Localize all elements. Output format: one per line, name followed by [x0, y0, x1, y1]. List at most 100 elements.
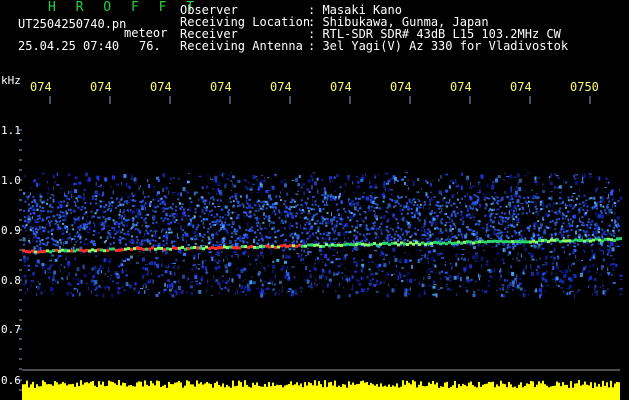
noise-speck: [553, 262, 555, 265]
level-bar: [562, 382, 564, 400]
level-bar: [70, 384, 72, 400]
noise-speck: [464, 257, 466, 259]
level-bar: [64, 383, 66, 400]
noise-speck: [509, 198, 512, 201]
level-bar: [112, 381, 114, 400]
noise-speck: [601, 244, 604, 247]
noise-speck: [37, 229, 39, 231]
noise-speck: [86, 223, 89, 226]
noise-speck: [108, 217, 111, 220]
noise-speck: [447, 235, 449, 238]
noise-speck: [299, 286, 303, 289]
noise-speck: [259, 187, 262, 191]
noise-speck: [120, 221, 123, 224]
noise-speck: [206, 218, 209, 221]
noise-speck: [570, 229, 573, 232]
carrier-point: [58, 249, 61, 253]
noise-speck: [66, 276, 68, 281]
noise-speck: [421, 234, 424, 237]
noise-speck: [102, 210, 104, 214]
noise-speck: [262, 221, 265, 224]
noise-speck: [70, 240, 72, 242]
noise-speck: [401, 233, 404, 236]
noise-speck: [524, 293, 526, 297]
noise-speck: [168, 264, 170, 269]
noise-speck: [261, 283, 264, 287]
noise-speck: [191, 236, 194, 239]
noise-speck: [229, 197, 232, 200]
noise-speck: [245, 194, 248, 199]
noise-speck: [92, 195, 95, 198]
noise-speck: [443, 197, 446, 200]
level-bar: [288, 384, 290, 400]
noise-speck: [414, 227, 417, 230]
level-bar: [474, 386, 476, 400]
noise-speck: [600, 249, 604, 252]
noise-speck: [311, 281, 313, 286]
noise-speck: [129, 270, 131, 274]
carrier-point: [583, 239, 586, 243]
noise-speck: [584, 234, 587, 237]
noise-speck: [391, 199, 394, 202]
noise-speck: [263, 217, 266, 220]
noise-speck: [88, 176, 91, 181]
level-bar: [336, 386, 338, 400]
noise-speck: [39, 198, 42, 202]
noise-speck: [333, 176, 336, 180]
noise-speck: [125, 232, 127, 236]
noise-speck: [600, 205, 603, 208]
noise-speck: [81, 205, 84, 208]
noise-speck: [449, 224, 452, 227]
noise-speck: [25, 230, 27, 232]
noise-speck: [97, 270, 99, 275]
noise-speck: [316, 177, 319, 181]
noise-speck: [617, 223, 619, 226]
noise-speck: [243, 179, 247, 182]
noise-speck: [186, 277, 188, 281]
noise-speck: [402, 219, 405, 222]
level-bar: [238, 380, 240, 400]
level-bar: [560, 386, 562, 400]
noise-speck: [220, 208, 223, 211]
noise-speck: [218, 259, 221, 262]
noise-speck: [460, 213, 463, 217]
carrier-point: [574, 238, 577, 242]
level-bar: [294, 384, 296, 400]
noise-speck: [424, 231, 427, 234]
level-bar: [56, 382, 58, 400]
noise-speck: [534, 176, 537, 181]
noise-speck: [338, 282, 340, 287]
carrier-point: [562, 239, 565, 243]
noise-speck: [445, 195, 447, 197]
noise-speck: [603, 208, 606, 212]
noise-speck: [455, 255, 458, 257]
noise-speck: [605, 229, 607, 233]
noise-speck: [501, 258, 505, 261]
noise-speck: [300, 212, 303, 215]
noise-speck: [314, 258, 316, 262]
noise-speck: [357, 197, 361, 200]
noise-speck: [165, 231, 168, 234]
noise-speck: [426, 271, 429, 273]
carrier-point: [580, 238, 583, 242]
noise-speck: [236, 274, 239, 276]
noise-speck: [555, 218, 558, 221]
level-bar: [62, 381, 64, 400]
level-bar: [102, 381, 104, 400]
level-bar: [348, 381, 350, 400]
noise-speck: [494, 216, 497, 219]
noise-speck: [148, 184, 151, 188]
noise-speck: [461, 249, 465, 250]
noise-speck: [604, 292, 607, 296]
noise-speck: [569, 269, 571, 272]
noise-speck: [316, 256, 319, 260]
noise-speck: [413, 204, 416, 207]
noise-speck: [249, 203, 253, 205]
noise-speck: [67, 208, 70, 211]
noise-speck: [135, 236, 138, 238]
noise-speck: [618, 225, 621, 227]
noise-speck: [507, 279, 508, 282]
noise-speck: [167, 218, 169, 221]
noise-speck: [517, 182, 519, 185]
level-bar: [440, 386, 442, 400]
